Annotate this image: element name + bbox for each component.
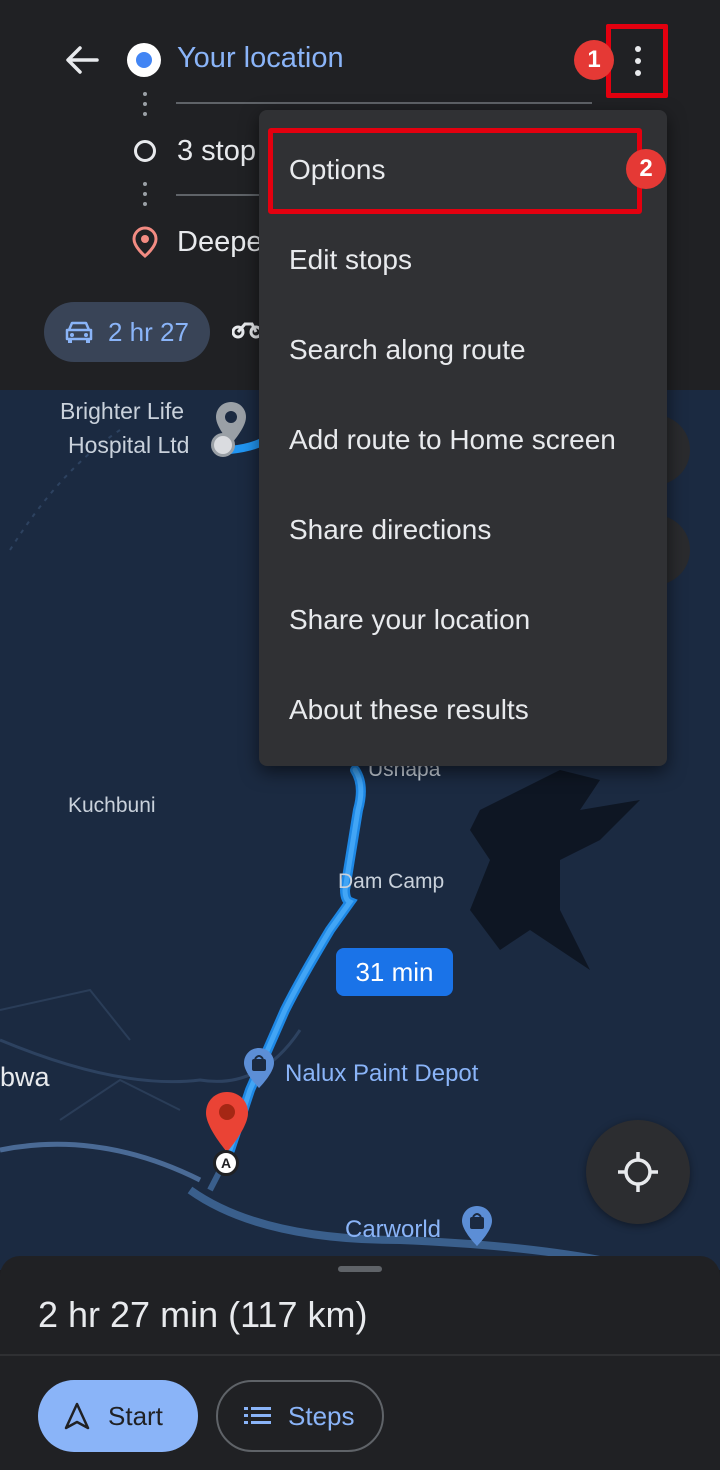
- start-label: Start: [108, 1400, 163, 1431]
- driving-time: 2 hr 27: [108, 316, 189, 347]
- steps-button[interactable]: Steps: [216, 1380, 384, 1452]
- menu-item-add-route-home[interactable]: Add route to Home screen: [289, 424, 616, 456]
- origin-dot-icon: [127, 43, 161, 77]
- origin-field[interactable]: Your location: [177, 42, 344, 75]
- route-connector: [143, 92, 147, 122]
- shopping-bag-icon[interactable]: [242, 1046, 276, 1090]
- back-arrow-icon: [66, 46, 99, 74]
- motorcycle-icon[interactable]: [232, 316, 262, 340]
- steps-label: Steps: [288, 1400, 355, 1431]
- menu-item-edit-stops[interactable]: Edit stops: [289, 244, 412, 276]
- crosshair-icon: [618, 1152, 658, 1192]
- destination-pin-icon[interactable]: [204, 1090, 250, 1154]
- drag-handle[interactable]: [338, 1266, 382, 1272]
- waypoint-marker[interactable]: [211, 433, 235, 457]
- shopping-bag-icon[interactable]: [460, 1204, 494, 1248]
- destination-field[interactable]: Deepe: [177, 226, 262, 259]
- step-badge-1: 1: [574, 40, 614, 80]
- car-icon: [65, 321, 93, 343]
- stops-field[interactable]: 3 stop: [177, 135, 256, 168]
- carworld-label[interactable]: Carworld: [345, 1216, 441, 1244]
- highlight-box-kebab: [606, 24, 668, 98]
- nalux-paint-depot-label[interactable]: Nalux Paint Depot: [285, 1060, 478, 1088]
- menu-item-share-location[interactable]: Share your location: [289, 604, 530, 636]
- my-location-button[interactable]: [586, 1120, 690, 1224]
- driving-mode-chip[interactable]: 2 hr 27: [44, 302, 210, 362]
- navigation-arrow-icon: [64, 1402, 90, 1430]
- destination-outline-pin-icon: [132, 226, 158, 258]
- kuchbuni-label: Kuchbuni: [68, 794, 156, 817]
- hospital-label-line1: Brighter Life: [60, 398, 185, 424]
- highlight-box-options: [268, 128, 642, 214]
- route-summary-sheet[interactable]: 2 hr 27 min (117 km) Start Steps: [0, 1256, 720, 1470]
- route-time-bubble[interactable]: 31 min: [336, 948, 453, 996]
- menu-item-search-along-route[interactable]: Search along route: [289, 334, 526, 366]
- list-icon: [244, 1407, 271, 1424]
- menu-item-share-directions[interactable]: Share directions: [289, 514, 491, 546]
- back-button[interactable]: [58, 36, 106, 84]
- step-badge-2: 2: [626, 149, 666, 189]
- route-summary-text: 2 hr 27 min (117 km): [38, 1294, 368, 1335]
- dam-camp-label: Dam Camp: [338, 870, 445, 893]
- hospital-label-line2: Hospital Ltd: [68, 432, 190, 458]
- stop-a-marker[interactable]: A: [213, 1150, 239, 1176]
- stops-underline: [176, 194, 266, 196]
- menu-item-about-results[interactable]: About these results: [289, 694, 529, 726]
- origin-underline: [176, 102, 592, 104]
- stop-circle-icon: [134, 140, 156, 162]
- sheet-divider: [0, 1354, 720, 1356]
- route-connector: [143, 182, 147, 212]
- start-button[interactable]: Start: [38, 1380, 198, 1452]
- bwa-label: bwa: [0, 1062, 50, 1092]
